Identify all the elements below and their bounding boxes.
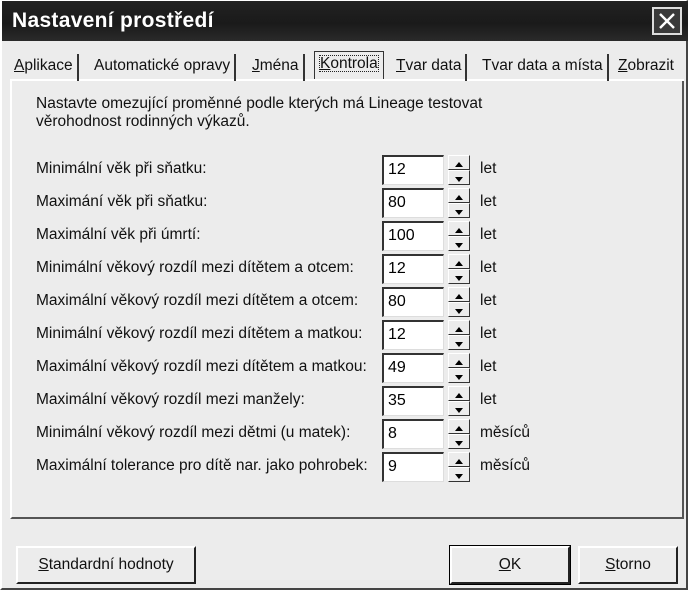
spin-down-button[interactable]	[448, 335, 470, 350]
triangle-down-icon	[455, 466, 463, 484]
unit-label: měsíců	[480, 424, 530, 441]
row-label: Maximální věkový rozdíl mezi dítětem a o…	[36, 292, 359, 309]
triangle-down-icon	[455, 400, 463, 418]
row-min-rozdil-otec: Minimální věkový rozdíl mezi dítětem a o…	[36, 254, 676, 284]
unit-label: let	[480, 226, 497, 243]
intro-text: Nastavte omezující proměnné podle kterýc…	[36, 95, 483, 130]
spinner	[448, 320, 470, 350]
row-max-rozdil-manzele: Maximální věkový rozdíl mezi manžely: 35…	[36, 386, 676, 416]
cancel-button[interactable]: Storno	[578, 546, 678, 584]
triangle-down-icon	[455, 301, 463, 319]
max-diff-father-input[interactable]: 80	[382, 287, 444, 317]
min-diff-father-input[interactable]: 12	[382, 254, 444, 284]
min-diff-mother-input[interactable]: 12	[382, 320, 444, 350]
close-icon	[658, 12, 676, 30]
spin-down-button[interactable]	[448, 203, 470, 218]
tab-automaticke-opravy[interactable]: Automatické opravy	[90, 54, 237, 81]
settings-dialog: Nastavení prostředí Aplikace Automatické…	[0, 0, 688, 590]
close-button[interactable]	[652, 7, 682, 35]
triangle-down-icon	[455, 202, 463, 220]
row-label: Maximání věk při sňatku:	[36, 193, 208, 210]
title-bar[interactable]: Nastavení prostředí	[2, 1, 688, 41]
tab-tvar-data[interactable]: Tvar data	[392, 54, 468, 81]
spin-down-button[interactable]	[448, 302, 470, 317]
min-diff-children-input[interactable]: 8	[382, 419, 444, 449]
min-age-marriage-input[interactable]: 12	[382, 155, 444, 185]
spinner	[448, 155, 470, 185]
spin-down-button[interactable]	[448, 467, 470, 482]
tab-kontrola[interactable]: Kontrola	[314, 51, 384, 79]
row-max-rozdil-otec: Maximální věkový rozdíl mezi dítětem a o…	[36, 287, 676, 317]
triangle-down-icon	[455, 334, 463, 352]
row-label: Minimální věkový rozdíl mezi dětmi (u ma…	[36, 424, 351, 441]
spinner	[448, 452, 470, 482]
defaults-button[interactable]: Standardní hodnoty	[16, 546, 196, 584]
unit-label: let	[480, 259, 497, 276]
spinner	[448, 353, 470, 383]
spinner	[448, 254, 470, 284]
unit-label: let	[480, 325, 497, 342]
tab-strip: Aplikace Automatické opravy Jména Kontro…	[10, 51, 684, 81]
kontrola-panel: Nastavte omezující proměnné podle kterýc…	[10, 81, 684, 519]
row-label: Maximální tolerance pro dítě nar. jako p…	[36, 457, 368, 474]
row-max-vek-umrti: Maximální věk při úmrtí: 100 let	[36, 221, 676, 251]
spin-down-button[interactable]	[448, 434, 470, 449]
spin-down-button[interactable]	[448, 236, 470, 251]
row-min-rozdil-deti: Minimální věkový rozdíl mezi dětmi (u ma…	[36, 419, 676, 449]
unit-label: let	[480, 358, 497, 375]
row-min-rozdil-matka: Minimální věkový rozdíl mezi dítětem a m…	[36, 320, 676, 350]
max-age-marriage-input[interactable]: 80	[382, 188, 444, 218]
row-label: Maximální věkový rozdíl mezi manžely:	[36, 391, 305, 408]
spinner	[448, 188, 470, 218]
spinner	[448, 221, 470, 251]
tab-jmena[interactable]: Jména	[248, 54, 305, 81]
row-label: Maximální věkový rozdíl mezi dítětem a m…	[36, 358, 367, 375]
row-min-vek-snatek: Minimální věk při sňatku: 12 let	[36, 155, 676, 185]
spin-down-button[interactable]	[448, 269, 470, 284]
spinner	[448, 287, 470, 317]
spin-down-button[interactable]	[448, 368, 470, 383]
row-max-rozdil-matka: Maximální věkový rozdíl mezi dítětem a m…	[36, 353, 676, 383]
spinner	[448, 419, 470, 449]
tab-zobrazit[interactable]: Zobrazit	[614, 54, 678, 81]
row-label: Minimální věkový rozdíl mezi dítětem a m…	[36, 325, 363, 342]
triangle-down-icon	[455, 169, 463, 187]
row-label: Minimální věkový rozdíl mezi dítětem a o…	[36, 259, 354, 276]
triangle-down-icon	[455, 268, 463, 286]
triangle-down-icon	[455, 367, 463, 385]
unit-label: měsíců	[480, 457, 530, 474]
max-age-death-input[interactable]: 100	[382, 221, 444, 251]
triangle-down-icon	[455, 433, 463, 451]
row-label: Maximální věk při úmrtí:	[36, 226, 201, 243]
posthumous-tolerance-input[interactable]: 9	[382, 452, 444, 482]
unit-label: let	[480, 391, 497, 408]
spin-down-button[interactable]	[448, 401, 470, 416]
unit-label: let	[480, 292, 497, 309]
max-diff-spouses-input[interactable]: 35	[382, 386, 444, 416]
row-max-vek-snatek: Maximání věk při sňatku: 80 let	[36, 188, 676, 218]
unit-label: let	[480, 193, 497, 210]
tab-tvar-data-a-mista[interactable]: Tvar data a místa	[478, 54, 609, 81]
ok-button[interactable]: OK	[449, 545, 571, 585]
triangle-down-icon	[455, 235, 463, 253]
max-diff-mother-input[interactable]: 49	[382, 353, 444, 383]
row-label: Minimální věk při sňatku:	[36, 160, 207, 177]
window-title: Nastavení prostředí	[12, 9, 214, 32]
tab-aplikace[interactable]: Aplikace	[10, 54, 79, 81]
spinner	[448, 386, 470, 416]
unit-label: let	[480, 160, 497, 177]
row-max-tolerance-pohrobek: Maximální tolerance pro dítě nar. jako p…	[36, 452, 676, 482]
spin-down-button[interactable]	[448, 170, 470, 185]
